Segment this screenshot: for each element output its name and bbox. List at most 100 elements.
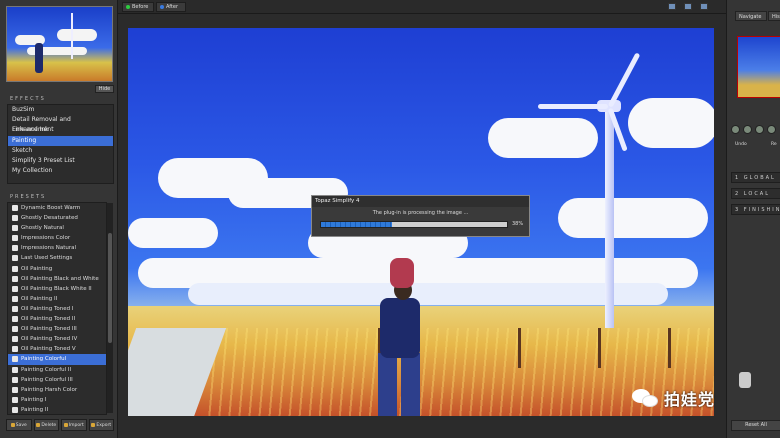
progress-bar	[320, 221, 508, 228]
effects-list: BuzSim Detail Removal and Enhancement Li…	[7, 104, 114, 184]
zoom-controls	[731, 125, 776, 134]
split-view-icon[interactable]	[684, 3, 692, 10]
effect-item-selected[interactable]: Painting	[8, 135, 113, 146]
preset-item[interactable]: Ghostly Desaturated	[8, 213, 106, 223]
section-global[interactable]: 1 GLOBAL	[731, 172, 780, 183]
scrollbar-thumb[interactable]	[108, 233, 112, 343]
delete-icon	[36, 423, 41, 427]
redo-button[interactable]: Re	[771, 142, 777, 147]
person-figure	[368, 258, 428, 416]
progress-percent: 38%	[512, 221, 524, 227]
preset-icon	[12, 386, 18, 393]
preset-icon	[12, 316, 18, 323]
import-button[interactable]: Import	[61, 419, 87, 431]
progress-fill	[321, 222, 392, 227]
preset-item[interactable]: Painting I	[8, 395, 106, 405]
preset-item[interactable]: Painting II	[8, 405, 106, 414]
tab-before[interactable]: Before	[122, 2, 154, 12]
effect-item[interactable]: Detail Removal and Enhancement	[8, 115, 113, 133]
dialog-title: Topaz Simplify 4	[312, 196, 529, 207]
preset-item[interactable]: Last Used Settings	[8, 253, 106, 263]
hide-button[interactable]: Hide	[95, 85, 114, 93]
before-dot-icon	[126, 5, 130, 9]
preset-item[interactable]: Oil Painting Black and White	[8, 274, 106, 284]
effect-item[interactable]: Sketch	[8, 146, 113, 156]
preset-item[interactable]: Oil Painting	[8, 264, 106, 274]
effect-item[interactable]: My Collection	[8, 166, 113, 176]
presets-title: PRESETS	[10, 194, 47, 200]
preset-icon	[12, 346, 18, 353]
preset-item[interactable]: Painting Harsh Color	[8, 385, 106, 395]
export-button[interactable]: Export	[88, 419, 114, 431]
import-icon	[63, 423, 68, 427]
navigator-thumbnail[interactable]	[737, 36, 780, 98]
preset-item[interactable]: Oil Painting Toned V	[8, 344, 106, 354]
preset-item[interactable]: Oil Painting Toned II	[8, 314, 106, 324]
undo-button[interactable]: Undo	[735, 142, 747, 147]
preview-thumbnail[interactable]	[6, 6, 113, 82]
view-toolbar: Before After	[118, 0, 726, 14]
scroll-mouse-icon	[739, 372, 751, 388]
right-panel: Navigate Hist Undo Re 1 GLOBAL 2 LOCAL 3…	[726, 0, 780, 438]
preset-icon	[12, 245, 18, 252]
preset-item[interactable]: Impressions Natural	[8, 243, 106, 253]
preset-icon	[12, 225, 18, 232]
effect-item[interactable]: Simplify 3 Preset List	[8, 156, 113, 166]
preset-icon	[12, 356, 18, 363]
dual-view-icon[interactable]	[700, 3, 708, 10]
preset-icon	[12, 406, 18, 413]
preset-buttons: Save Delete Import Export	[6, 419, 114, 431]
zoom-actual-icon[interactable]	[767, 125, 776, 134]
delete-button[interactable]: Delete	[33, 419, 59, 431]
section-finishing[interactable]: 3 FINISHING	[731, 204, 780, 215]
effects-title: EFFECTS	[10, 96, 46, 102]
preset-item[interactable]: Painting Colorful III	[8, 375, 106, 385]
watermark-text: 拍娃党	[664, 390, 716, 409]
tab-after[interactable]: After	[156, 2, 186, 12]
preset-icon	[12, 265, 18, 272]
preset-item[interactable]: Oil Painting Toned IV	[8, 334, 106, 344]
preset-item[interactable]: Painting Colorful II	[8, 365, 106, 375]
effect-item[interactable]: Line and Ink	[8, 125, 113, 135]
zoom-out-icon[interactable]	[731, 125, 740, 134]
preset-item[interactable]: Oil Painting Black White II	[8, 284, 106, 294]
section-local[interactable]: 2 LOCAL	[731, 188, 780, 199]
preset-icon	[12, 376, 18, 383]
export-icon	[91, 423, 96, 427]
left-panel: Hide EFFECTS BuzSim Detail Removal and E…	[0, 0, 118, 438]
preset-icon	[12, 255, 18, 262]
zoom-in-icon[interactable]	[743, 125, 752, 134]
preset-icon	[12, 275, 18, 282]
after-dot-icon	[160, 5, 164, 9]
tab-navigate[interactable]: Navigate	[735, 11, 767, 21]
preset-item[interactable]: Oil Painting II	[8, 294, 106, 304]
preset-icon	[12, 336, 18, 343]
preset-icon	[12, 215, 18, 222]
preset-icon	[12, 235, 18, 242]
wind-turbine-tower	[605, 108, 614, 328]
preset-icon	[12, 366, 18, 373]
reset-all-button[interactable]: Reset All	[731, 420, 780, 431]
preset-item[interactable]: Oil Painting Toned III	[8, 324, 106, 334]
zoom-fit-icon[interactable]	[755, 125, 764, 134]
preset-icon	[12, 326, 18, 333]
preset-item[interactable]: Impressions Color	[8, 233, 106, 243]
preset-item[interactable]: Oil Painting Toned I	[8, 304, 106, 314]
dialog-message: The plug-in is processing the image ...	[372, 210, 469, 216]
presets-scrollbar[interactable]	[107, 203, 113, 413]
watermark: 拍娃党	[632, 383, 715, 413]
tab-histogram[interactable]: Hist	[768, 11, 780, 21]
save-icon	[10, 423, 15, 427]
processing-dialog: Topaz Simplify 4 The plug-in is processi…	[311, 195, 530, 237]
effect-item[interactable]: BuzSim	[8, 105, 113, 115]
preset-icon	[12, 285, 18, 292]
wechat-logo-icon	[632, 387, 658, 409]
preset-item[interactable]: Ghostly Natural	[8, 223, 106, 233]
save-button[interactable]: Save	[6, 419, 32, 431]
preset-icon	[12, 205, 18, 211]
presets-list: Dynamic Boost Warm Ghostly Desaturated G…	[7, 202, 107, 415]
preset-icon	[12, 295, 18, 302]
preset-item[interactable]: Dynamic Boost Warm	[8, 203, 106, 213]
preset-item-selected[interactable]: Painting Colorful	[8, 354, 106, 365]
single-view-icon[interactable]	[668, 3, 676, 10]
